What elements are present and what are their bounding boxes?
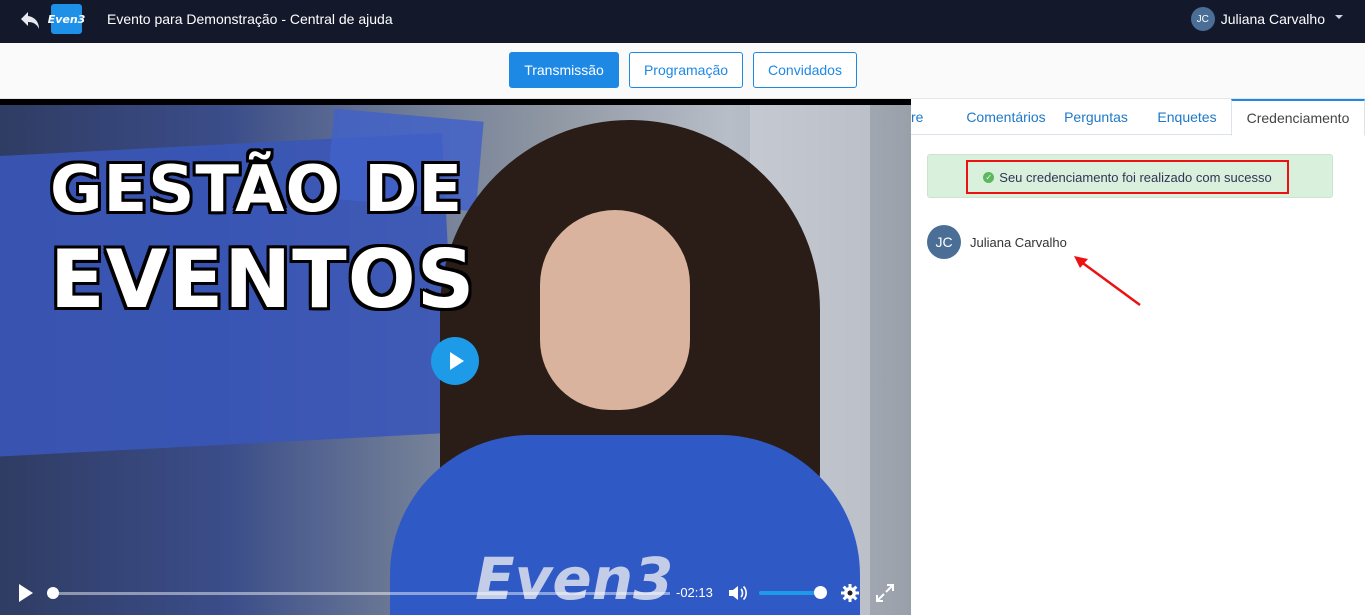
play-icon [450,352,464,370]
back-arrow-icon[interactable] [18,9,42,31]
alert-text: Seu credenciamento foi realizado com suc… [999,169,1272,185]
progress-bar[interactable] [50,592,670,595]
tab-convidados[interactable]: Convidados [753,52,857,88]
avatar: JC [1190,7,1215,31]
tab-perguntas[interactable]: Perguntas [1061,99,1131,135]
play-button[interactable] [431,337,479,385]
event-title: Evento para Demonstração - Central de aj… [107,11,393,27]
tab-transmissao[interactable]: Transmissão [509,52,619,88]
video-headline-line1: GESTÃO DE [50,153,464,227]
time-remaining: -02:13 [676,585,713,600]
tab-partial[interactable]: re [911,99,925,135]
gear-icon[interactable] [840,583,860,603]
top-bar: Even3 Evento para Demonstração - Central… [0,0,1365,43]
video-controls: -02:13 [0,577,911,615]
success-alert: ✓ Seu credenciamento foi realizado com s… [927,154,1333,198]
main-tabs: Transmissão Programação Convidados [0,43,1365,99]
side-tabs: re Comentários Perguntas Enquetes Creden… [911,99,1365,136]
side-panel: re Comentários Perguntas Enquetes Creden… [911,99,1365,615]
even3-logo[interactable]: Even3 [48,4,85,34]
volume-icon[interactable] [728,584,748,602]
checked-in-user: JC Juliana Carvalho [927,225,1067,259]
highlight-box: ✓ Seu credenciamento foi realizado com s… [966,160,1289,194]
progress-handle[interactable] [47,587,59,599]
user-menu[interactable]: JC Juliana Carvalho [1190,7,1343,31]
tab-enquetes[interactable]: Enquetes [1151,99,1223,135]
check-circle-icon: ✓ [983,171,995,183]
play-icon[interactable] [19,584,33,602]
video-player[interactable]: Even3 GESTÃO DE EVENTOS -02:13 [0,99,911,615]
tab-comentarios[interactable]: Comentários [945,99,1067,135]
user-name: Juliana Carvalho [1220,11,1325,27]
avatar: JC [927,225,961,259]
tab-programacao[interactable]: Programação [629,52,743,88]
fullscreen-icon[interactable] [875,583,895,603]
caret-down-icon [1335,15,1343,19]
user-name: Juliana Carvalho [970,234,1067,250]
video-headline-line2: EVENTOS [50,233,476,326]
volume-handle[interactable] [814,586,827,599]
tab-credenciamento[interactable]: Credenciamento [1231,99,1365,136]
annotation-arrow-icon [1074,256,1141,307]
